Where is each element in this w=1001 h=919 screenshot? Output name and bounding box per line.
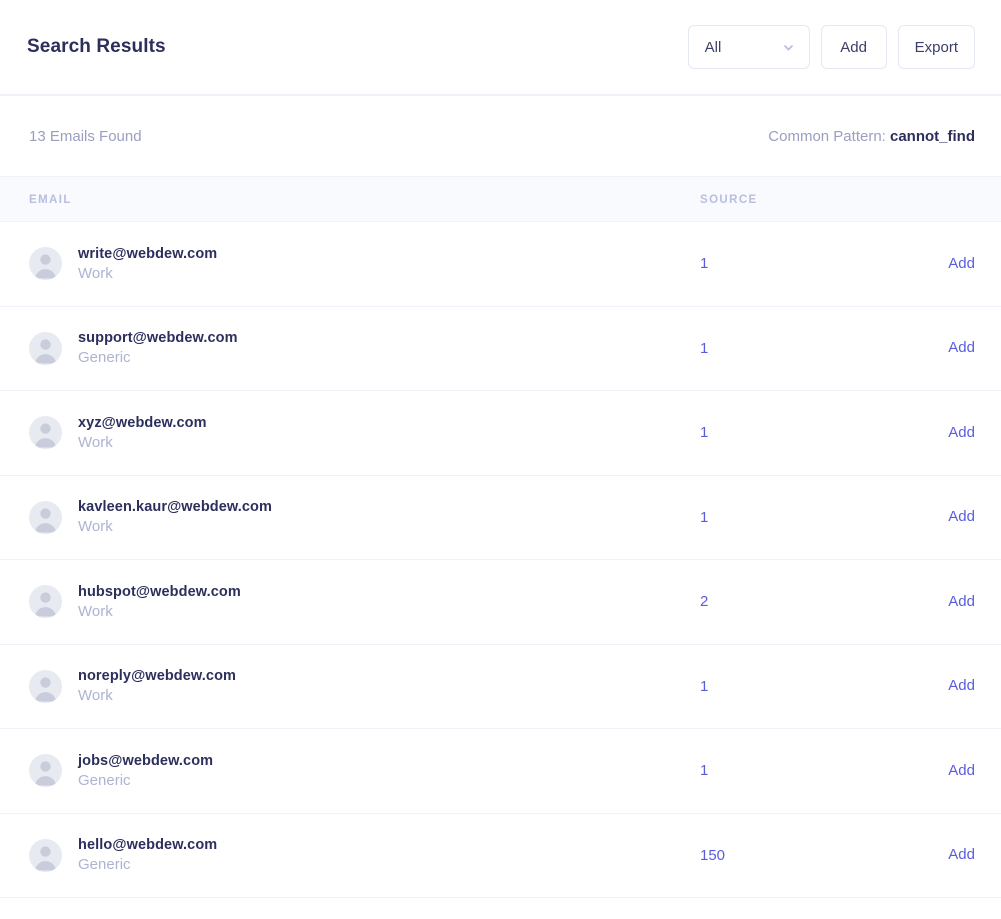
filter-select[interactable]: All: [687, 25, 810, 69]
avatar: [29, 838, 62, 872]
search-results-panel: Search Results All Add Export 13 Emails …: [0, 0, 1001, 919]
email-cell: xyz@webdew.com Work: [0, 415, 700, 451]
add-button[interactable]: Add: [820, 25, 887, 69]
avatar: [29, 331, 62, 365]
email-cell: hello@webdew.com Generic: [0, 837, 700, 873]
table-row: support@webdew.com Generic 1 Add: [0, 307, 1001, 391]
add-email-link[interactable]: Add: [948, 508, 975, 525]
avatar: [29, 754, 62, 788]
summary-bar: 13 Emails Found Common Pattern: cannot_f…: [0, 96, 1001, 176]
source-count: 1: [700, 255, 709, 273]
email-stack: jobs@webdew.com Generic: [78, 753, 213, 789]
column-header-source: SOURCE: [700, 194, 758, 206]
table-row: jobs@webdew.com Generic 1 Add: [0, 729, 1001, 814]
add-email-link[interactable]: Add: [948, 424, 975, 441]
email-cell: support@webdew.com Generic: [0, 330, 700, 366]
email-address: xyz@webdew.com: [78, 414, 207, 431]
source-count: 1: [700, 762, 709, 780]
source-count: 2: [700, 593, 709, 611]
common-pattern-label: Common Pattern:: [768, 127, 886, 145]
avatar: [29, 500, 62, 534]
email-type: Work: [78, 433, 113, 451]
row-action-cell: Add: [885, 424, 1001, 442]
column-header-email: EMAIL: [29, 194, 72, 206]
avatar: [29, 416, 62, 450]
email-address: hubspot@webdew.com: [78, 583, 241, 600]
common-pattern: Common Pattern: cannot_find: [768, 128, 975, 145]
email-cell: kavleen.kaur@webdew.com Work: [0, 499, 700, 535]
add-email-link[interactable]: Add: [948, 762, 975, 779]
email-address: kavleen.kaur@webdew.com: [78, 499, 273, 516]
table-row: hello@webdew.com Generic 150 Add: [0, 814, 1001, 898]
row-action-cell: Add: [885, 846, 1001, 864]
header-controls: All Add Export: [687, 25, 975, 69]
row-action-cell: Add: [885, 255, 1001, 273]
email-stack: hubspot@webdew.com Work: [78, 584, 241, 620]
add-email-link[interactable]: Add: [948, 339, 975, 356]
table-row: kavleen.kaur@webdew.com Work 1 Add: [0, 476, 1001, 560]
table-body: write@webdew.com Work 1 Add support@webdew.c…: [0, 222, 1001, 898]
row-action-cell: Add: [885, 762, 1001, 780]
source-count: 1: [700, 339, 709, 357]
panel-header: Search Results All Add Export: [0, 0, 1001, 96]
row-action-cell: Add: [885, 593, 1001, 611]
avatar: [29, 585, 62, 619]
email-type: Work: [78, 264, 113, 282]
email-cell: write@webdew.com Work: [0, 246, 700, 282]
email-type: Generic: [78, 856, 131, 874]
email-stack: support@webdew.com Generic: [78, 330, 238, 366]
email-stack: hello@webdew.com Generic: [78, 837, 217, 873]
email-stack: kavleen.kaur@webdew.com Work: [78, 499, 272, 535]
email-address: jobs@webdew.com: [78, 752, 214, 769]
email-stack: noreply@webdew.com Work: [78, 668, 236, 704]
add-email-link[interactable]: Add: [948, 255, 975, 272]
chevron-down-icon: [782, 41, 795, 54]
common-pattern-value: cannot_find: [890, 127, 975, 145]
row-action-cell: Add: [885, 339, 1001, 357]
page-title: Search Results: [27, 36, 166, 57]
email-cell: jobs@webdew.com Generic: [0, 753, 700, 789]
row-action-cell: Add: [885, 677, 1001, 695]
add-email-link[interactable]: Add: [948, 593, 975, 610]
avatar: [29, 669, 62, 703]
email-stack: xyz@webdew.com Work: [78, 415, 207, 451]
email-address: hello@webdew.com: [78, 837, 218, 854]
source-count: 1: [700, 508, 709, 526]
email-type: Generic: [78, 349, 131, 367]
table-row: hubspot@webdew.com Work 2 Add: [0, 560, 1001, 645]
filter-select-value: All: [704, 38, 722, 56]
email-type: Generic: [78, 771, 131, 789]
row-action-cell: Add: [885, 508, 1001, 526]
email-address: noreply@webdew.com: [78, 668, 237, 685]
source-count: 1: [700, 677, 709, 695]
emails-found-count: 13 Emails Found: [29, 127, 142, 145]
export-button[interactable]: Export: [897, 25, 975, 69]
add-email-link[interactable]: Add: [948, 846, 975, 863]
email-cell: hubspot@webdew.com Work: [0, 584, 700, 620]
email-address: write@webdew.com: [78, 245, 218, 262]
email-type: Work: [78, 518, 113, 536]
email-type: Work: [78, 602, 113, 620]
table-header-row: EMAIL SOURCE: [0, 176, 1001, 222]
source-count: 150: [700, 846, 726, 864]
table-row: xyz@webdew.com Work 1 Add: [0, 391, 1001, 476]
table-row: write@webdew.com Work 1 Add: [0, 222, 1001, 307]
table-row: noreply@webdew.com Work 1 Add: [0, 645, 1001, 729]
email-stack: write@webdew.com Work: [78, 246, 217, 282]
avatar: [29, 247, 62, 281]
source-count: 1: [700, 424, 709, 442]
email-type: Work: [78, 687, 113, 705]
email-cell: noreply@webdew.com Work: [0, 668, 700, 704]
add-email-link[interactable]: Add: [948, 677, 975, 694]
email-address: support@webdew.com: [78, 330, 238, 347]
